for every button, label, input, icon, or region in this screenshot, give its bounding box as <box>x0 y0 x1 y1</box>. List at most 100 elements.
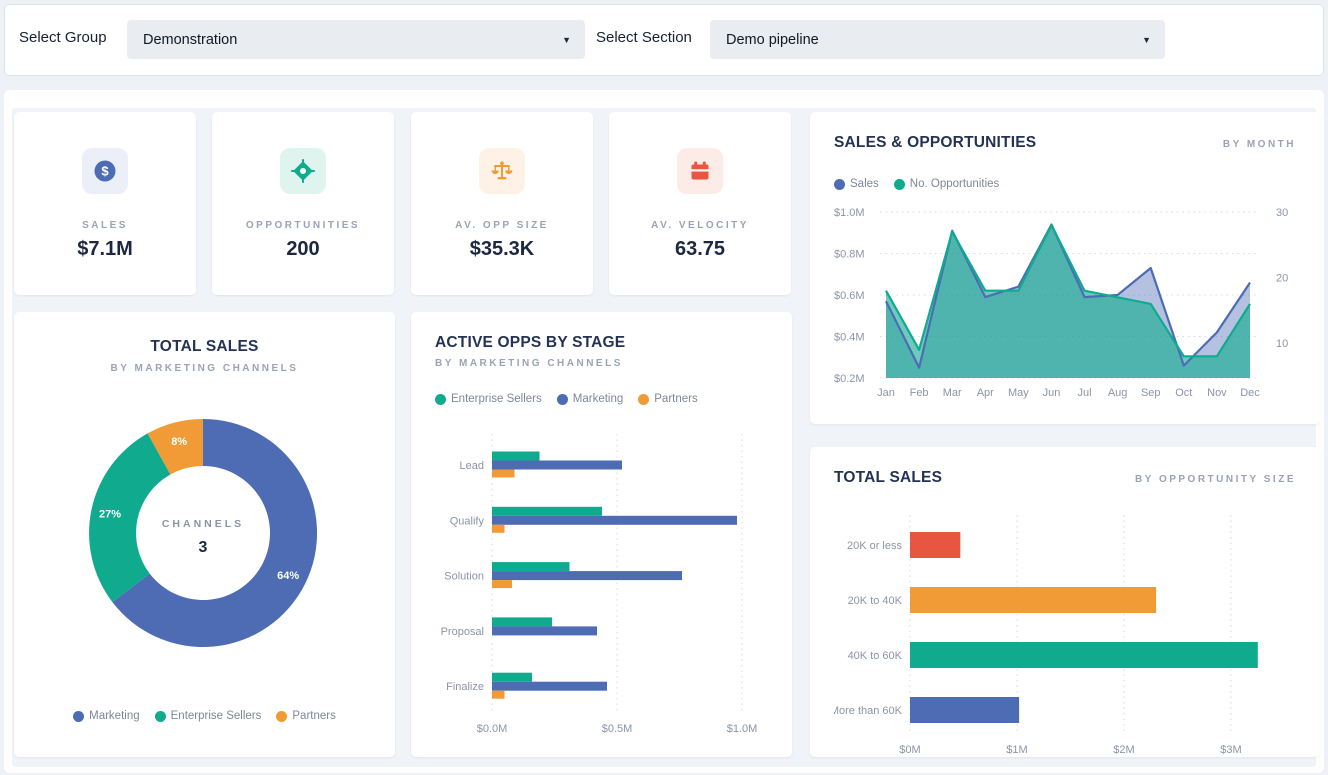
legend-label: Sales <box>850 178 879 190</box>
legend-item[interactable]: Marketing <box>73 710 140 722</box>
filter-toolbar: Select Group Demonstration ▼ Select Sect… <box>4 4 1324 76</box>
bar-40k-to-60k[interactable] <box>910 642 1258 668</box>
bar-solution-0[interactable] <box>492 562 570 571</box>
svg-text:$1M: $1M <box>1006 744 1027 756</box>
svg-text:Jul: Jul <box>1078 387 1092 399</box>
svg-text:Proposal: Proposal <box>441 626 484 638</box>
legend-item[interactable]: Partners <box>276 710 335 722</box>
kpi-card-opportunities: OPPORTUNITIES 200 <box>212 112 394 295</box>
bar-qualify-2[interactable] <box>492 525 505 533</box>
legend-item[interactable]: Marketing <box>557 393 624 405</box>
kpi-card-av-velocity: AV. VELOCITY 63.75 <box>609 112 791 295</box>
svg-text:May: May <box>1008 387 1029 399</box>
svg-text:30: 30 <box>1276 207 1288 219</box>
bar-20k-or-less[interactable] <box>910 532 960 558</box>
bar-lead-2[interactable] <box>492 470 515 478</box>
bar-more-than-60k[interactable] <box>910 697 1019 723</box>
legend-item[interactable]: Enterprise Sellers <box>155 710 262 722</box>
svg-text:$0.0M: $0.0M <box>477 723 508 735</box>
legend-dot-icon <box>73 711 84 722</box>
legend-label: Enterprise Sellers <box>451 393 542 405</box>
svg-text:Feb: Feb <box>910 387 929 399</box>
kpi-value: $7.1M <box>14 238 196 261</box>
chart-title: TOTAL SALES <box>834 469 942 487</box>
svg-text:$3M: $3M <box>1220 744 1241 756</box>
kpi-label: AV. VELOCITY <box>609 220 791 231</box>
svg-text:Sep: Sep <box>1141 387 1161 399</box>
svg-text:Mar: Mar <box>943 387 962 399</box>
legend-label: Partners <box>292 710 335 722</box>
section-select[interactable]: Demo pipeline ▼ <box>710 20 1165 59</box>
opps-by-stage-bar-chart[interactable]: $0.0M$0.5M$1.0MLeadQualifySolutionPropos… <box>421 424 782 744</box>
bar-finalize-0[interactable] <box>492 673 532 682</box>
legend-dot-icon <box>435 394 446 405</box>
chart-subtitle: BY MARKETING CHANNELS <box>435 358 768 369</box>
chart-corner-label: BY OPPORTUNITY SIZE <box>1135 474 1296 485</box>
svg-text:Solution: Solution <box>444 571 484 583</box>
bar-proposal-0[interactable] <box>492 617 552 626</box>
bar-finalize-2[interactable] <box>492 691 505 699</box>
kpi-label: AV. OPP SIZE <box>411 220 593 231</box>
legend-item[interactable]: Enterprise Sellers <box>435 393 542 405</box>
select-section-label: Select Section <box>596 29 692 46</box>
svg-text:$2M: $2M <box>1113 744 1134 756</box>
svg-text:Aug: Aug <box>1108 387 1128 399</box>
bar-qualify-0[interactable] <box>492 507 602 516</box>
legend-item[interactable]: Sales <box>834 178 879 190</box>
sales-opportunities-card: SALES & OPPORTUNITIES BY MONTH SalesNo. … <box>810 112 1320 424</box>
bar-proposal-1[interactable] <box>492 626 597 635</box>
svg-text:$1.0M: $1.0M <box>727 723 758 735</box>
kpi-label: OPPORTUNITIES <box>212 220 394 231</box>
svg-text:More than 60K: More than 60K <box>834 705 903 717</box>
chevron-down-icon: ▼ <box>1142 35 1151 45</box>
svg-text:$0.5M: $0.5M <box>602 723 633 735</box>
legend-label: No. Opportunities <box>910 178 1000 190</box>
svg-text:27%: 27% <box>99 509 121 521</box>
chart-title: SALES & OPPORTUNITIES <box>834 134 1036 152</box>
bar-solution-2[interactable] <box>492 580 512 588</box>
total-sales-by-channel-card: TOTAL SALES BY MARKETING CHANNELS 64%27%… <box>14 312 395 757</box>
chevron-down-icon: ▼ <box>562 35 571 45</box>
legend-item[interactable]: No. Opportunities <box>894 178 1000 190</box>
svg-text:$0.6M: $0.6M <box>834 290 865 302</box>
kpi-label: SALES <box>14 220 196 231</box>
legend-dot-icon <box>894 179 905 190</box>
calendar-icon <box>688 159 712 183</box>
balance-scale-icon <box>490 159 514 183</box>
svg-text:Jan: Jan <box>877 387 895 399</box>
donut-center-value: 3 <box>199 539 208 556</box>
kpi-value: $35.3K <box>411 238 593 261</box>
channels-donut-chart[interactable]: 64%27%8%CHANNELS3 <box>14 412 395 662</box>
svg-text:$0.2M: $0.2M <box>834 373 865 385</box>
svg-text:10: 10 <box>1276 338 1288 350</box>
legend-item[interactable]: Partners <box>638 393 697 405</box>
bar-solution-1[interactable] <box>492 571 682 580</box>
svg-text:Lead: Lead <box>460 460 484 472</box>
bar-finalize-1[interactable] <box>492 682 607 691</box>
legend-label: Enterprise Sellers <box>171 710 262 722</box>
sales-opportunities-area-chart[interactable]: $1.0M$0.8M$0.6M$0.4M$0.2M302010JanFebMar… <box>834 204 1296 414</box>
target-diamond-icon <box>291 159 315 183</box>
av-velocity-icon-tile <box>677 148 723 194</box>
chart-legend: Marketing Enterprise Sellers Partners <box>14 710 395 722</box>
kpi-card-av-opp-size: AV. OPP SIZE $35.3K <box>411 112 593 295</box>
legend-dot-icon <box>834 179 845 190</box>
donut-center-label: CHANNELS <box>162 518 244 530</box>
chart-title: TOTAL SALES <box>14 338 395 356</box>
legend-dot-icon <box>557 394 568 405</box>
bar-lead-0[interactable] <box>492 452 540 461</box>
bar-20k-to-40k[interactable] <box>910 587 1156 613</box>
bar-qualify-1[interactable] <box>492 516 737 525</box>
legend-label: Partners <box>654 393 697 405</box>
group-select[interactable]: Demonstration ▼ <box>127 20 585 59</box>
active-opps-by-stage-card: ACTIVE OPPS BY STAGE BY MARKETING CHANNE… <box>411 312 792 757</box>
opportunities-icon-tile <box>280 148 326 194</box>
dollar-coin-icon: $ <box>93 159 117 183</box>
legend-dot-icon <box>638 394 649 405</box>
legend-label: Marketing <box>573 393 624 405</box>
svg-text:20K or less: 20K or less <box>847 540 903 552</box>
svg-text:$0M: $0M <box>899 744 920 756</box>
bar-lead-1[interactable] <box>492 461 622 470</box>
svg-text:8%: 8% <box>171 436 187 448</box>
sales-by-opp-size-bar-chart[interactable]: $0M$1M$2M$3M20K or less20K to 40K40K to … <box>834 509 1296 761</box>
